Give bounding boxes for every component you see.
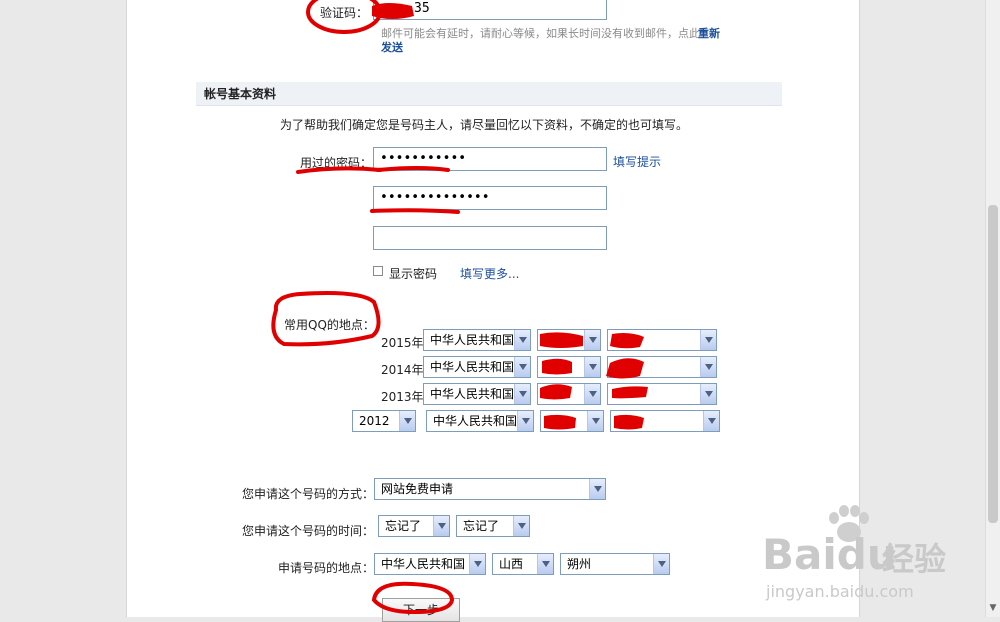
email-delay-notice: 邮件可能会有延时，请耐心等候，如果长时间没有收到邮件，点此	[381, 27, 700, 40]
location-2015-country-select[interactable]: 中华人民共和国	[423, 329, 531, 351]
chevron-down-icon	[584, 357, 600, 377]
resend-link-line1[interactable]: 重新	[698, 25, 720, 41]
apply-country-select[interactable]: 中华人民共和国	[374, 553, 486, 575]
apply-method-select[interactable]: 网站免费申请	[374, 478, 606, 500]
year-2013-label: 2013年	[381, 390, 424, 404]
watermark-brand: Baidu	[762, 530, 897, 579]
password-value-2: ••••••••••••••	[380, 190, 490, 205]
location-2012-province-select[interactable]	[540, 410, 604, 432]
watermark-cn: 经验	[882, 540, 947, 578]
chevron-down-icon	[514, 384, 530, 404]
apply-method-label: 您申请这个号码的方式：	[242, 487, 375, 501]
password-input-3[interactable]	[373, 226, 607, 250]
next-step-button[interactable]: 下一步	[382, 598, 460, 622]
verification-label: 验证码：	[320, 6, 369, 20]
chevron-down-icon	[514, 330, 530, 350]
chevron-down-icon	[469, 554, 485, 574]
fill-more-link[interactable]: 填写更多...	[460, 265, 519, 282]
apply-country-value: 中华人民共和国	[381, 557, 466, 571]
apply-month-value: 忘记了	[463, 519, 500, 533]
location-2014-country-value: 中华人民共和国	[430, 360, 515, 374]
used-password-label: 用过的密码：	[300, 156, 373, 170]
apply-method-value: 网站免费申请	[381, 482, 454, 496]
fill-hint-link[interactable]: 填写提示	[613, 153, 661, 170]
chevron-down-icon	[584, 384, 600, 404]
chevron-down-icon	[700, 384, 716, 404]
resend-link-line2[interactable]: 发送	[381, 39, 403, 55]
chevron-down-icon	[589, 479, 605, 499]
chevron-down-icon	[584, 330, 600, 350]
apply-year-select[interactable]: 忘记了	[378, 515, 450, 537]
location-2014-country-select[interactable]: 中华人民共和国	[423, 356, 531, 378]
apply-province-value: 山西	[499, 557, 524, 571]
location-2015-country-value: 中华人民共和国	[430, 333, 515, 347]
baidu-watermark: Baidu 经验 jingyan.baidu.com	[762, 505, 952, 605]
apply-city-value: 朔州	[567, 557, 592, 571]
location-2015-province-select[interactable]	[537, 329, 601, 351]
chevron-down-icon	[433, 516, 449, 536]
password-input-1[interactable]: •••••••••••	[373, 147, 607, 171]
apply-place-label: 申请号码的地点：	[278, 561, 375, 575]
section-title: 帐号基本资料	[204, 87, 277, 101]
chevron-down-icon	[587, 411, 603, 431]
apply-province-select[interactable]: 山西	[492, 553, 554, 575]
chevron-down-icon	[514, 357, 530, 377]
chevron-down-icon	[703, 411, 719, 431]
password-input-2[interactable]: ••••••••••••••	[373, 186, 607, 210]
location-2013-country-value: 中华人民共和国	[430, 387, 515, 401]
location-2012-country-value: 中华人民共和国	[433, 414, 518, 428]
chevron-down-icon	[399, 411, 415, 431]
chevron-down-icon	[513, 516, 529, 536]
vertical-scrollbar[interactable]: ▼	[985, 0, 1000, 617]
apply-time-label: 您申请这个号码的时间：	[242, 524, 375, 538]
chevron-down-icon	[700, 357, 716, 377]
location-2013-city-select[interactable]	[607, 383, 717, 405]
chevron-down-icon	[517, 411, 533, 431]
year-2012-select[interactable]: 2012	[352, 410, 416, 432]
show-password-checkbox[interactable]	[373, 266, 383, 276]
location-2014-province-select[interactable]	[537, 356, 601, 378]
apply-year-value: 忘记了	[385, 519, 422, 533]
watermark-url: jingyan.baidu.com	[766, 582, 914, 601]
apply-city-select[interactable]: 朔州	[560, 553, 670, 575]
location-2014-city-select[interactable]	[607, 356, 717, 378]
section-intro: 为了帮助我们确定您是号码主人，请尽量回忆以下资料，不确定的也可填写。	[280, 118, 689, 132]
scroll-down-arrow-icon[interactable]: ▼	[987, 603, 999, 615]
year-2015-label: 2015年	[381, 336, 424, 350]
year-2012-value: 2012	[359, 414, 390, 428]
location-2013-country-select[interactable]: 中华人民共和国	[423, 383, 531, 405]
location-2012-country-select[interactable]: 中华人民共和国	[426, 410, 534, 432]
scrollbar-thumb[interactable]	[988, 205, 998, 523]
chevron-down-icon	[653, 554, 669, 574]
verification-code-value: 35	[414, 1, 430, 16]
chevron-down-icon	[537, 554, 553, 574]
frequent-location-label: 常用QQ的地点：	[284, 318, 375, 332]
location-2013-province-select[interactable]	[537, 383, 601, 405]
show-password-label: 显示密码	[389, 267, 438, 281]
chevron-down-icon	[700, 330, 716, 350]
location-2012-city-select[interactable]	[610, 410, 720, 432]
section-header: 帐号基本资料	[196, 82, 782, 106]
apply-month-select[interactable]: 忘记了	[456, 515, 530, 537]
password-value-1: •••••••••••	[380, 151, 467, 166]
location-2015-city-select[interactable]	[607, 329, 717, 351]
verification-code-input[interactable]: 35	[373, 0, 607, 20]
year-2014-label: 2014年	[381, 363, 424, 377]
